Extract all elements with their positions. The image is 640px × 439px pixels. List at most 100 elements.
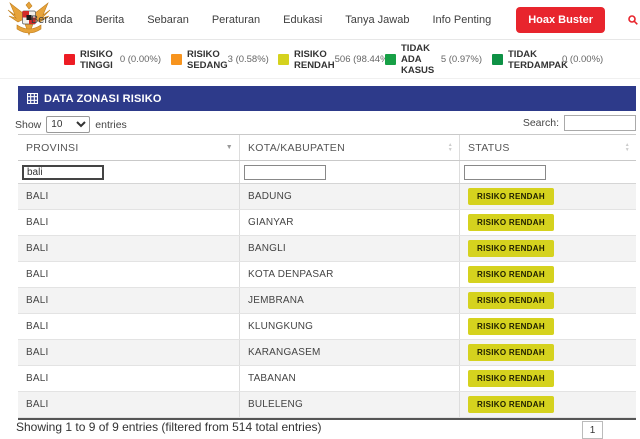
navbar: Beranda Berita Sebaran Peraturan Edukasi Tany… bbox=[0, 0, 640, 40]
column-header-kota[interactable]: KOTA/KABUPATEN ▲▼ bbox=[240, 135, 460, 160]
search-input[interactable] bbox=[564, 115, 636, 131]
nav-item-tanya-jawab[interactable]: Tanya Jawab bbox=[345, 14, 409, 26]
table-row[interactable]: BALIKARANGASEM RISIKO RENDAH bbox=[18, 340, 636, 366]
status-filter-input[interactable] bbox=[464, 165, 546, 180]
cell-status: RISIKO RENDAH bbox=[460, 288, 636, 313]
legend-item: RISIKO RENDAH506 (98.44%) bbox=[278, 49, 385, 71]
cell-status: RISIKO RENDAH bbox=[460, 314, 636, 339]
table-row[interactable]: BALIBULELENGRISIKO RENDAH bbox=[18, 392, 636, 418]
cell-provinsi: BALI bbox=[18, 236, 240, 261]
status-badge: RISIKO RENDAH bbox=[468, 344, 554, 361]
legend-item: TIDAK TERDAMPAK0 (0.00%) bbox=[492, 49, 599, 71]
status-badge: RISIKO RENDAH bbox=[468, 318, 554, 335]
panel-header: DATA ZONASI RISIKO bbox=[18, 86, 636, 111]
column-header-status[interactable]: STATUS ▲▼ bbox=[460, 135, 636, 160]
legend-label: RISIKO SEDANG bbox=[187, 49, 228, 71]
legend-value: 3 (0.58%) bbox=[228, 54, 279, 65]
table-body: BALIBADUNGRISIKO RENDAHBALIGIANYARRISIKO… bbox=[18, 184, 636, 418]
entries-label: entries bbox=[95, 119, 127, 131]
status-badge: RISIKO RENDAH bbox=[468, 188, 554, 205]
filter-cell-kota bbox=[240, 161, 460, 183]
kota-filter-input[interactable] bbox=[244, 165, 326, 180]
search-icon[interactable] bbox=[628, 15, 638, 25]
legend-color-swatch bbox=[64, 54, 75, 65]
cell-status: RISIKO RENDAH bbox=[460, 366, 636, 391]
cell-kota: KARANGASEM bbox=[240, 340, 460, 365]
cell-status: RISIKO RENDAH bbox=[460, 392, 636, 417]
cell-status: RISIKO RENDAH bbox=[460, 210, 636, 235]
nav-item-berita[interactable]: Berita bbox=[95, 14, 124, 26]
table-row[interactable]: BALIJEMBRANA RISIKO RENDAH bbox=[18, 288, 636, 314]
table-row[interactable]: BALIGIANYAR RISIKO RENDAH bbox=[18, 210, 636, 236]
status-badge: RISIKO RENDAH bbox=[468, 240, 554, 257]
panel-title: DATA ZONASI RISIKO bbox=[44, 93, 162, 105]
nav-item-beranda[interactable]: Beranda bbox=[31, 14, 73, 26]
nav-item-info-penting[interactable]: Info Penting bbox=[432, 14, 491, 26]
legend-label: TIDAK TERDAMPAK bbox=[508, 49, 562, 71]
cell-status: RISIKO RENDAH bbox=[460, 184, 636, 209]
status-badge: RISIKO RENDAH bbox=[468, 292, 554, 309]
table-row[interactable]: BALIKLUNGKUNGRISIKO RENDAH bbox=[18, 314, 636, 340]
cell-provinsi: BALI bbox=[18, 340, 240, 365]
cell-kota: GIANYAR bbox=[240, 210, 460, 235]
cell-kota: JEMBRANA bbox=[240, 288, 460, 313]
status-badge: RISIKO RENDAH bbox=[468, 214, 554, 231]
page-length-control: Show 10 entries bbox=[15, 116, 127, 133]
legend-label: RISIKO TINGGI bbox=[80, 49, 120, 71]
column-label: STATUS bbox=[468, 142, 510, 154]
nav-item-sebaran[interactable]: Sebaran bbox=[147, 14, 189, 26]
status-badge: RISIKO RENDAH bbox=[468, 266, 554, 283]
table-row[interactable]: BALIBANGLI RISIKO RENDAH bbox=[18, 236, 636, 262]
legend-color-swatch bbox=[278, 54, 289, 65]
page-length-select[interactable]: 10 bbox=[46, 116, 90, 133]
cell-provinsi: BALI bbox=[18, 392, 240, 417]
column-header-provinsi[interactable]: PROVINSI▼ bbox=[18, 135, 240, 160]
table-row[interactable]: BALIBADUNG RISIKO RENDAH bbox=[18, 184, 636, 210]
cell-provinsi: BALI bbox=[18, 210, 240, 235]
cell-provinsi: BALI bbox=[18, 184, 240, 209]
filter-cell-status bbox=[460, 161, 636, 183]
legend-label: RISIKO RENDAH bbox=[294, 49, 335, 71]
filter-cell-provinsi bbox=[18, 161, 240, 183]
cell-kota: KOTA DENPASAR bbox=[240, 262, 460, 287]
legend-item: RISIKO TINGGI0 (0.00%) bbox=[64, 49, 171, 71]
pagination-button[interactable]: 1 bbox=[582, 421, 603, 439]
cell-provinsi: BALI bbox=[18, 288, 240, 313]
cell-status: RISIKO RENDAH bbox=[460, 236, 636, 261]
cell-provinsi: BALI bbox=[18, 366, 240, 391]
sort-desc-icon[interactable]: ▼ bbox=[226, 144, 233, 151]
legend-item: RISIKO SEDANG3 (0.58%) bbox=[171, 49, 278, 71]
table-info: Showing 1 to 9 of 9 entries (filtered fr… bbox=[16, 420, 322, 434]
main-nav: Beranda Berita Sebaran Peraturan Edukasi Tany… bbox=[31, 0, 638, 40]
cell-provinsi: BALI bbox=[18, 262, 240, 287]
cell-kota: TABANAN bbox=[240, 366, 460, 391]
table-grid-icon bbox=[27, 93, 38, 104]
cell-kota: BADUNG bbox=[240, 184, 460, 209]
sort-icon[interactable]: ▲▼ bbox=[448, 143, 453, 152]
table-row[interactable]: BALIKOTA DENPASAR RISIKO RENDAH bbox=[18, 262, 636, 288]
status-badge: RISIKO RENDAH bbox=[468, 396, 554, 413]
table-search: Search: bbox=[523, 115, 636, 131]
legend-value: 0 (0.00%) bbox=[120, 54, 171, 65]
cell-status: RISIKO RENDAH bbox=[460, 340, 636, 365]
cell-status: RISIKO RENDAH bbox=[460, 262, 636, 287]
status-badge: RISIKO RENDAH bbox=[468, 370, 554, 387]
risk-legend: RISIKO TINGGI0 (0.00%)RISIKO SEDANG3 (0.… bbox=[0, 41, 640, 79]
sort-icon[interactable]: ▲▼ bbox=[625, 143, 630, 152]
nav-item-edukasi[interactable]: Edukasi bbox=[283, 14, 322, 26]
show-label: Show bbox=[15, 119, 41, 131]
hoax-buster-button[interactable]: Hoax Buster bbox=[516, 7, 605, 33]
cell-provinsi: BALI bbox=[18, 314, 240, 339]
search-label: Search: bbox=[523, 117, 559, 129]
legend-color-swatch bbox=[385, 54, 396, 65]
legend-label: TIDAK ADA KASUS bbox=[401, 43, 441, 76]
nav-item-peraturan[interactable]: Peraturan bbox=[212, 14, 260, 26]
column-label: KOTA/KABUPATEN bbox=[248, 142, 345, 154]
legend-color-swatch bbox=[492, 54, 503, 65]
table-filter-row bbox=[18, 161, 636, 184]
cell-kota: BANGLI bbox=[240, 236, 460, 261]
legend-item: TIDAK ADA KASUS5 (0.97%) bbox=[385, 43, 492, 76]
legend-color-swatch bbox=[171, 54, 182, 65]
table-row[interactable]: BALITABANAN RISIKO RENDAH bbox=[18, 366, 636, 392]
provinsi-filter-input[interactable] bbox=[22, 165, 104, 180]
